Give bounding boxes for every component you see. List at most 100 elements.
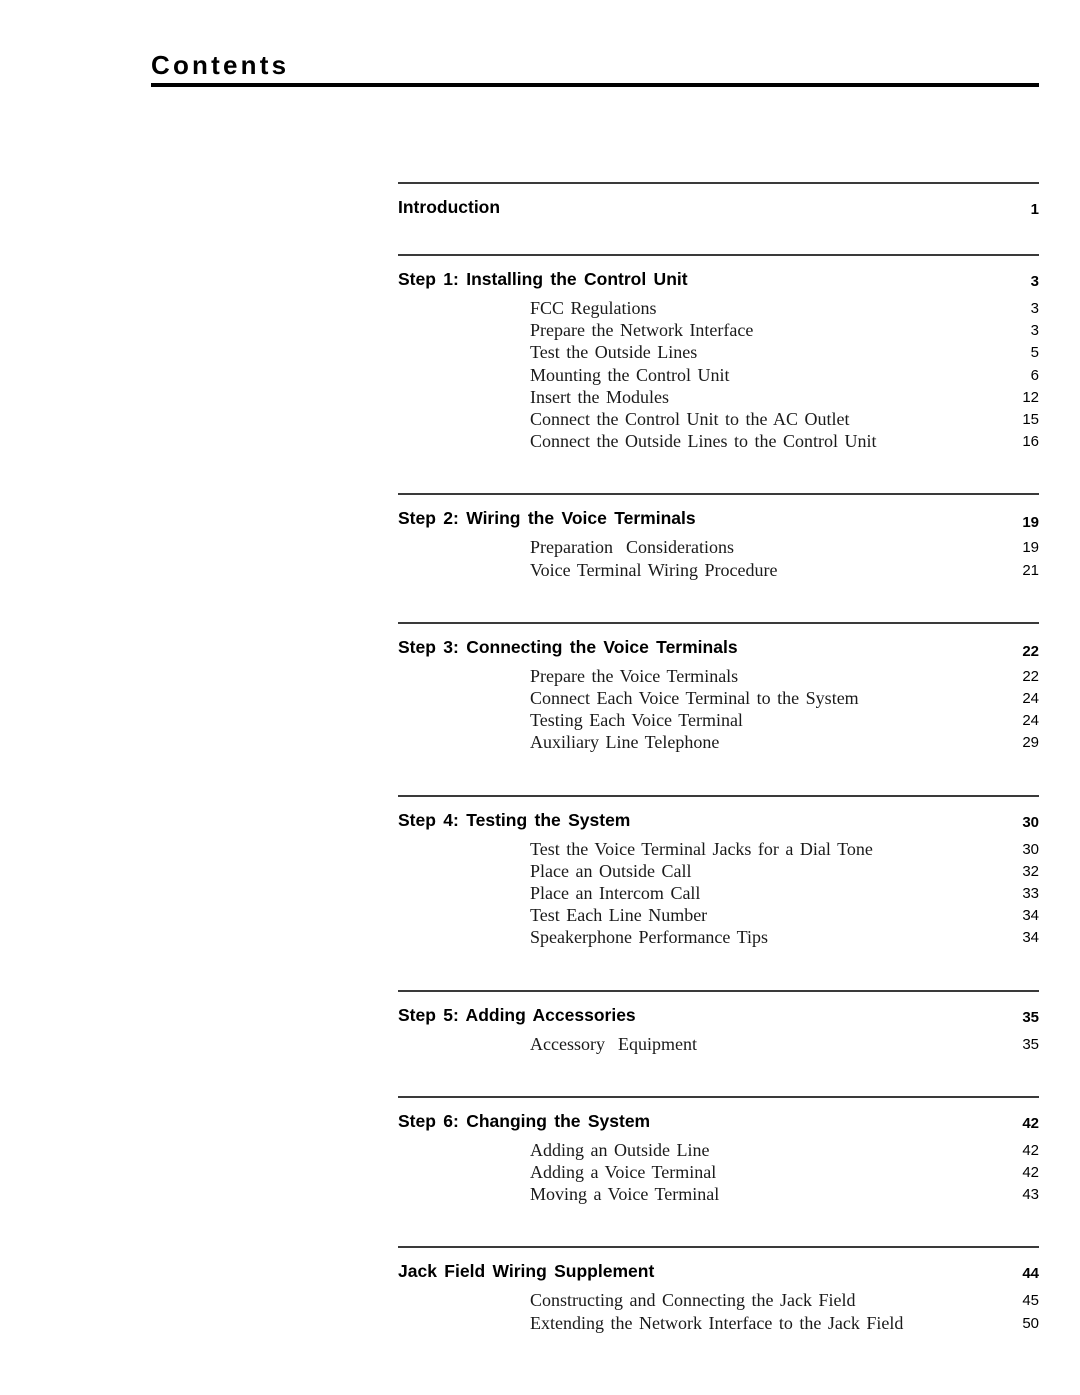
entry-label: Connect the Outside Lines to the Control…	[530, 431, 877, 452]
entry-label: Adding an Outside Line	[530, 1139, 710, 1160]
toc-entry[interactable]: Adding a Voice Terminal 42	[398, 1162, 1039, 1184]
entry-page-number: 45	[1022, 1292, 1039, 1310]
toc-entry[interactable]: Extending the Network Interface to the J…	[398, 1313, 1039, 1335]
entry-label: Test the Voice Terminal Jacks for a Dial…	[530, 838, 873, 859]
toc-entry[interactable]: Place an Intercom Call 33	[398, 883, 1039, 905]
table-of-contents: Introduction 1 Step 1: Installing the Cont…	[398, 182, 1039, 1335]
section-heading-label: Step 6: Changing the System	[398, 1110, 651, 1131]
section-page-number: 42	[1022, 1114, 1039, 1132]
entry-page-number: 12	[1022, 388, 1039, 406]
entry-label: Connect the Control Unit to the AC Outle…	[530, 409, 850, 430]
toc-section: Introduction 1	[398, 182, 1039, 254]
toc-entry[interactable]: Test Each Line Number 34	[398, 905, 1039, 927]
toc-entry[interactable]: Prepare the Voice Terminals 22	[398, 666, 1039, 688]
entry-label: Prepare the Voice Terminals	[530, 665, 739, 686]
toc-entry-list: Prepare the Voice Terminals 22 Connect Eac…	[398, 660, 1039, 755]
toc-section-heading[interactable]: Step 4: Testing the System 30	[398, 797, 1039, 833]
toc-section: Step 5: Adding Accessories 35 Accessory Eq…	[398, 989, 1039, 1096]
entry-page-number: 32	[1022, 862, 1039, 880]
section-heading-label: Step 4: Testing the System	[398, 809, 631, 830]
toc-entry[interactable]: Prepare the Network Interface 3	[398, 320, 1039, 342]
section-page-number: 19	[1022, 514, 1039, 532]
entry-label: Test Each Line Number	[530, 905, 708, 926]
toc-section-heading[interactable]: Step 1: Installing the Control Unit 3	[398, 256, 1039, 292]
entry-page-number: 5	[1030, 344, 1039, 362]
entry-page-number: 3	[1030, 322, 1039, 340]
entry-page-number: 15	[1022, 411, 1039, 429]
entry-label: Mounting the Control Unit	[530, 364, 730, 385]
entry-page-number: 29	[1022, 734, 1039, 752]
toc-entry[interactable]: Moving a Voice Terminal 43	[398, 1184, 1039, 1206]
section-page-number: 35	[1022, 1008, 1039, 1026]
entry-label: Adding a Voice Terminal	[530, 1162, 717, 1183]
entry-label: Testing Each Voice Terminal	[530, 710, 743, 731]
toc-section-heading[interactable]: Introduction 1	[398, 184, 1039, 220]
section-heading-label: Step 5: Adding Accessories	[398, 1004, 636, 1025]
entry-label: FCC Regulations	[530, 298, 657, 318]
toc-section: Step 6: Changing the System 42 Adding an O…	[398, 1095, 1039, 1247]
section-heading-label: Step 2: Wiring the Voice Terminals	[398, 508, 696, 529]
entry-page-number: 19	[1022, 539, 1039, 557]
toc-entry[interactable]: Connect the Control Unit to the AC Outle…	[398, 409, 1039, 431]
section-heading-label: Step 1: Installing the Control Unit	[398, 269, 688, 289]
toc-section-heading[interactable]: Step 2: Wiring the Voice Terminals 19	[398, 495, 1039, 531]
toc-entry-list: Constructing and Connecting the Jack Fie…	[398, 1284, 1039, 1334]
entry-page-number: 6	[1030, 366, 1039, 384]
entry-page-number: 22	[1022, 667, 1039, 685]
entry-page-number: 34	[1022, 929, 1039, 947]
entry-label: Voice Terminal Wiring Procedure	[530, 559, 778, 580]
entry-label: Speakerphone Performance Tips	[530, 927, 768, 948]
page-title: Contents	[151, 50, 290, 80]
toc-section: Step 1: Installing the Control Unit 3 FCC …	[398, 254, 1039, 493]
entry-label: Insert the Modules	[530, 386, 669, 407]
toc-entry[interactable]: Testing Each Voice Terminal 24	[398, 710, 1039, 732]
toc-section-heading[interactable]: Step 6: Changing the System 42	[398, 1098, 1039, 1134]
toc-entry[interactable]: Preparation Considerations 19	[398, 537, 1039, 559]
toc-entry-list: FCC Regulations 3 Prepare the Network Inte…	[398, 292, 1039, 453]
entry-label: Connect Each Voice Terminal to the Syste…	[530, 688, 859, 709]
section-page-number: 1	[1030, 201, 1039, 218]
entry-page-number: 16	[1022, 433, 1039, 451]
toc-entry[interactable]: Accessory Equipment 35	[398, 1034, 1039, 1056]
page-header: Contents	[151, 50, 1039, 87]
entry-label: Auxiliary Line Telephone	[530, 732, 720, 753]
toc-entry[interactable]: Voice Terminal Wiring Procedure 21	[398, 560, 1039, 582]
entry-page-number: 24	[1022, 690, 1039, 708]
entry-page-number: 30	[1022, 840, 1039, 858]
section-heading-label: Step 3: Connecting the Voice Terminals	[398, 636, 738, 657]
entry-label: Test the Outside Lines	[530, 342, 698, 363]
toc-entry[interactable]: Speakerphone Performance Tips 34	[398, 927, 1039, 949]
entry-page-number: 42	[1022, 1164, 1039, 1182]
toc-entry[interactable]: Test the Outside Lines 5	[398, 342, 1039, 364]
toc-entry[interactable]: Place an Outside Call 32	[398, 861, 1039, 883]
toc-entry[interactable]: Adding an Outside Line 42	[398, 1140, 1039, 1162]
entry-page-number: 3	[1030, 300, 1039, 317]
title-divider	[151, 83, 1039, 87]
entry-page-number: 21	[1022, 561, 1039, 579]
toc-section: Step 2: Wiring the Voice Terminals 19 Prep…	[398, 493, 1039, 621]
toc-entry-list: Accessory Equipment 35	[398, 1028, 1039, 1056]
toc-entry[interactable]: FCC Regulations 3	[398, 298, 1039, 320]
toc-entry[interactable]: Connect Each Voice Terminal to the Syste…	[398, 688, 1039, 710]
entry-label: Extending the Network Interface to the J…	[530, 1312, 904, 1333]
toc-entry[interactable]: Constructing and Connecting the Jack Fie…	[398, 1290, 1039, 1312]
toc-section-heading[interactable]: Step 3: Connecting the Voice Terminals 22	[398, 624, 1039, 660]
entry-page-number: 33	[1022, 885, 1039, 903]
toc-section-heading[interactable]: Jack Field Wiring Supplement 44	[398, 1248, 1039, 1284]
toc-entry-list: Preparation Considerations 19 Voice Termin…	[398, 531, 1039, 581]
toc-section: Step 4: Testing the System 30 Test the Voi…	[398, 794, 1039, 990]
entry-page-number: 24	[1022, 712, 1039, 730]
section-page-number: 3	[1030, 273, 1039, 290]
toc-entry[interactable]: Auxiliary Line Telephone 29	[398, 732, 1039, 754]
toc-entry[interactable]: Connect the Outside Lines to the Control…	[398, 431, 1039, 453]
toc-entry[interactable]: Test the Voice Terminal Jacks for a Dial…	[398, 839, 1039, 861]
toc-entry[interactable]: Mounting the Control Unit 6	[398, 365, 1039, 387]
toc-section-heading[interactable]: Step 5: Adding Accessories 35	[398, 992, 1039, 1028]
toc-entry[interactable]: Insert the Modules 12	[398, 387, 1039, 409]
entry-page-number: 43	[1022, 1186, 1039, 1204]
